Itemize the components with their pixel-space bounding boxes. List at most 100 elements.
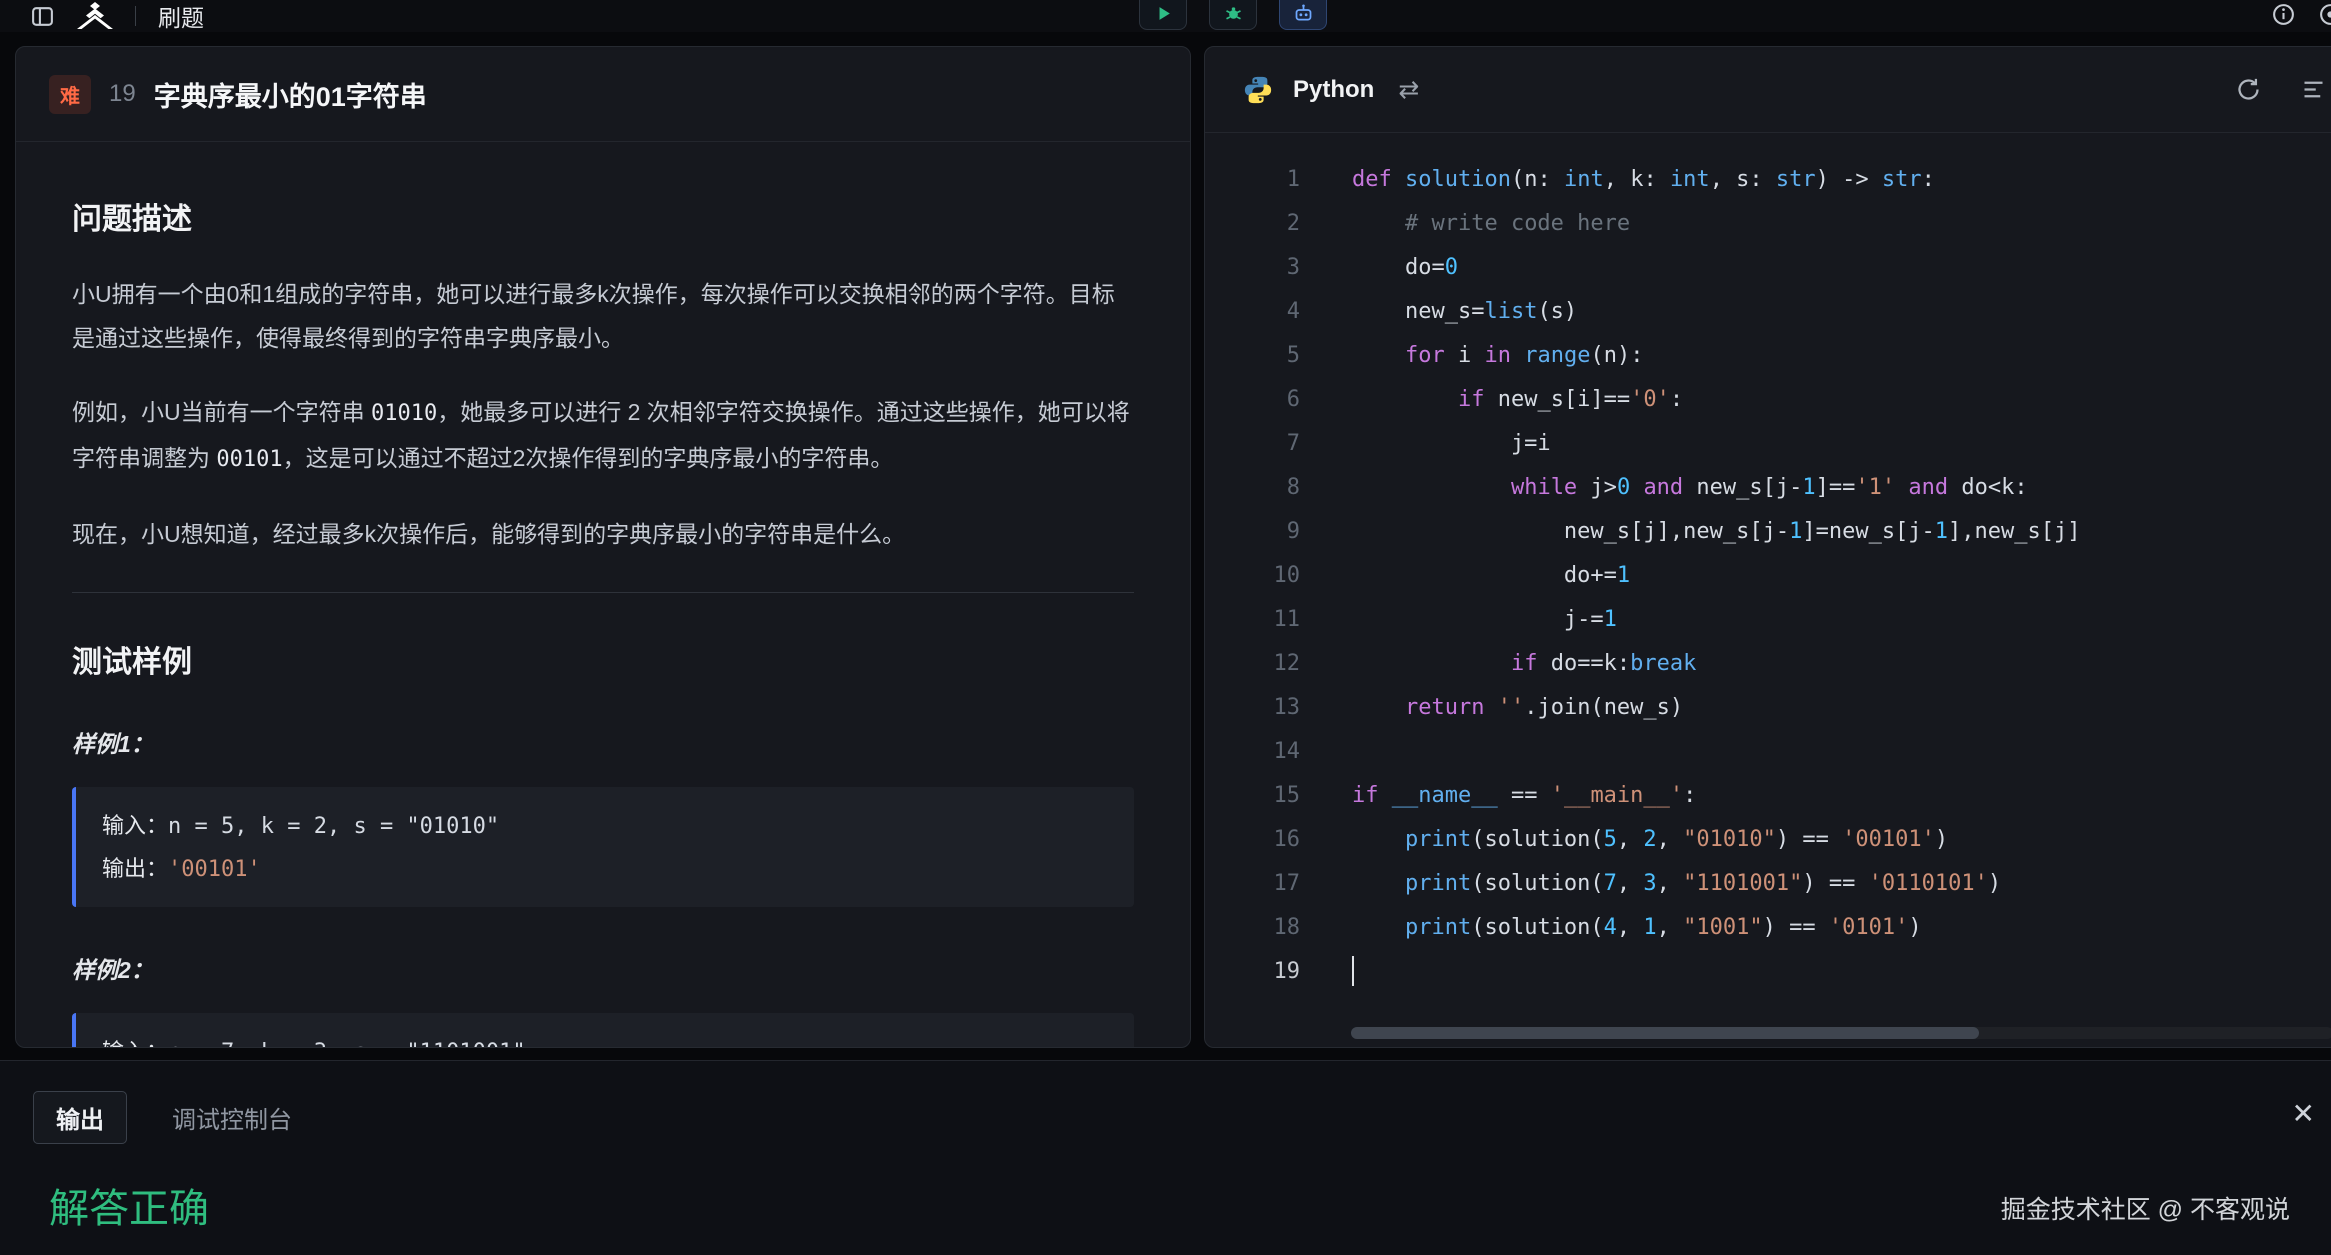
code-line[interactable]: 4 new_s=list(s)	[1205, 289, 2331, 333]
code-token: solution	[1405, 167, 1511, 192]
close-icon[interactable]: ✕	[2292, 1097, 2315, 1130]
line-number: 13	[1205, 695, 1300, 720]
code-token: (n:	[1511, 167, 1564, 192]
code-token: ],new_s[j]	[1948, 519, 2080, 544]
code-token: 4	[1604, 915, 1617, 940]
paragraph-text: ，这是可以通过不超过2次操作得到的字典序最小的字符串。	[283, 445, 894, 471]
code-token: ]=new_s[j-	[1802, 519, 1934, 544]
code-token: return	[1405, 695, 1484, 720]
language-swap-icon[interactable]: ⇄	[1398, 75, 1419, 105]
code-line[interactable]: 15if __name__ == '__main__':	[1205, 773, 2331, 817]
sample-1-label: 样例1：	[72, 725, 1134, 759]
code-text: do+=1	[1352, 563, 1630, 588]
examples-heading: 测试样例	[72, 637, 1134, 681]
code-line[interactable]: 11 j-=1	[1205, 597, 2331, 641]
debug-button[interactable]	[1209, 0, 1257, 30]
code-token: '1'	[1855, 475, 1895, 500]
play-icon	[1154, 4, 1173, 26]
editor-scrollbar-thumb[interactable]	[1351, 1027, 1979, 1039]
line-number: 15	[1205, 783, 1300, 808]
code-editor[interactable]: 1 def solution(n: int, k: int, s: str) ->…	[1205, 157, 2331, 993]
code-line[interactable]: 5 for i in range(n):	[1205, 333, 2331, 377]
code-line[interactable]: 3 do=0	[1205, 245, 2331, 289]
code-token: .join(new_s)	[1524, 695, 1683, 720]
code-token: do<k:	[1948, 475, 2027, 500]
code-token: 1	[1643, 915, 1656, 940]
code-token: new_s[j],new_s[j-	[1352, 519, 1789, 544]
settings-icon[interactable]	[2318, 2, 2331, 27]
editor-panel: Python ⇄ 1 def solution(n: int, k: int, s…	[1204, 46, 2331, 1048]
topbar-left: 刷题	[30, 0, 204, 33]
code-token: if	[1352, 783, 1379, 808]
product-title: 刷题	[158, 0, 204, 33]
ai-assistant-button[interactable]	[1279, 0, 1327, 30]
problem-paragraph: 例如，小U当前有一个字符串 01010，她最多可以进行 2 次相邻字符交换操作。…	[72, 390, 1134, 482]
format-code-icon[interactable]	[2300, 76, 2327, 103]
line-number: 6	[1205, 387, 1300, 412]
code-line[interactable]: 1def solution(n: int, k: int, s: str) ->…	[1205, 157, 2331, 201]
code-line[interactable]: 13 return ''.join(new_s)	[1205, 685, 2331, 729]
input-label: 输入：	[102, 1039, 168, 1048]
info-icon[interactable]	[2271, 2, 2296, 27]
result-note: 恭喜成功通过	[49, 1250, 2331, 1255]
console-panel: 输出 调试控制台 ✕ 解答正确 恭喜成功通过	[0, 1060, 2331, 1255]
result-title: 解答正确	[49, 1176, 2331, 1234]
code-token: '__main__'	[1551, 783, 1683, 808]
sample-2-label: 样例2：	[72, 951, 1134, 985]
code-token: new_s[i]==	[1484, 387, 1630, 412]
code-line[interactable]: 6 if new_s[i]=='0':	[1205, 377, 2331, 421]
difficulty-badge: 难	[49, 75, 91, 114]
code-token: (n):	[1590, 343, 1643, 368]
reset-code-icon[interactable]	[2235, 76, 2262, 103]
problem-id: 19	[109, 80, 136, 108]
code-token: (s)	[1537, 299, 1577, 324]
code-token: :	[1922, 167, 1935, 192]
panel-toggle-icon[interactable]	[30, 4, 55, 29]
code-token	[1379, 783, 1392, 808]
juejin-logo-icon[interactable]	[77, 2, 113, 30]
code-text: if do==k:break	[1352, 651, 1696, 676]
tab-output[interactable]: 输出	[33, 1091, 127, 1144]
tab-debug-console[interactable]: 调试控制台	[172, 1092, 292, 1143]
code-token: def	[1352, 167, 1392, 192]
text-cursor	[1352, 956, 1354, 986]
problem-header: 难 19 字典序最小的01字符串	[16, 47, 1190, 142]
code-line[interactable]: 19	[1205, 949, 2331, 993]
code-line[interactable]: 14	[1205, 729, 2331, 773]
line-number: 17	[1205, 871, 1300, 896]
code-token: 0	[1617, 475, 1630, 500]
code-token: "01010"	[1683, 827, 1776, 852]
code-line[interactable]: 16 print(solution(5, 2, "01010") == '001…	[1205, 817, 2331, 861]
code-token: do+=	[1352, 563, 1617, 588]
code-line[interactable]: 8 while j>0 and new_s[j-1]=='1' and do<k…	[1205, 465, 2331, 509]
code-text: print(solution(5, 2, "01010") == '00101'…	[1352, 827, 1948, 852]
code-token: 1	[1604, 607, 1617, 632]
line-number: 14	[1205, 739, 1300, 764]
sample-1-input-line: 输入：n = 5, k = 2, s = "01010"	[102, 805, 1110, 848]
sample-1-output-value: '00101'	[168, 857, 261, 882]
code-line[interactable]: 7 j=i	[1205, 421, 2331, 465]
code-line[interactable]: 12 if do==k:break	[1205, 641, 2331, 685]
code-line[interactable]: 10 do+=1	[1205, 553, 2331, 597]
code-line[interactable]: 18 print(solution(4, 1, "1001") == '0101…	[1205, 905, 2331, 949]
code-token	[1352, 475, 1511, 500]
code-token: ,	[1657, 915, 1684, 940]
code-token: print	[1405, 915, 1471, 940]
code-token: 1	[1617, 563, 1630, 588]
topbar-actions	[1139, 0, 1327, 30]
code-token: new_s=	[1352, 299, 1484, 324]
code-token: (solution(	[1471, 871, 1603, 896]
line-number: 11	[1205, 607, 1300, 632]
code-text: for i in range(n):	[1352, 343, 1643, 368]
editor-header: Python ⇄	[1205, 47, 2331, 133]
code-token: do=	[1352, 255, 1445, 280]
code-token: "1001"	[1683, 915, 1762, 940]
code-token	[1352, 387, 1458, 412]
code-token: # write code here	[1405, 211, 1630, 236]
run-button[interactable]	[1139, 0, 1187, 30]
code-text: def solution(n: int, k: int, s: str) -> …	[1352, 167, 1935, 192]
input-label: 输入：	[102, 813, 168, 838]
code-line[interactable]: 2 # write code here	[1205, 201, 2331, 245]
code-line[interactable]: 9 new_s[j],new_s[j-1]=new_s[j-1],new_s[j…	[1205, 509, 2331, 553]
code-line[interactable]: 17 print(solution(7, 3, "1101001") == '0…	[1205, 861, 2331, 905]
